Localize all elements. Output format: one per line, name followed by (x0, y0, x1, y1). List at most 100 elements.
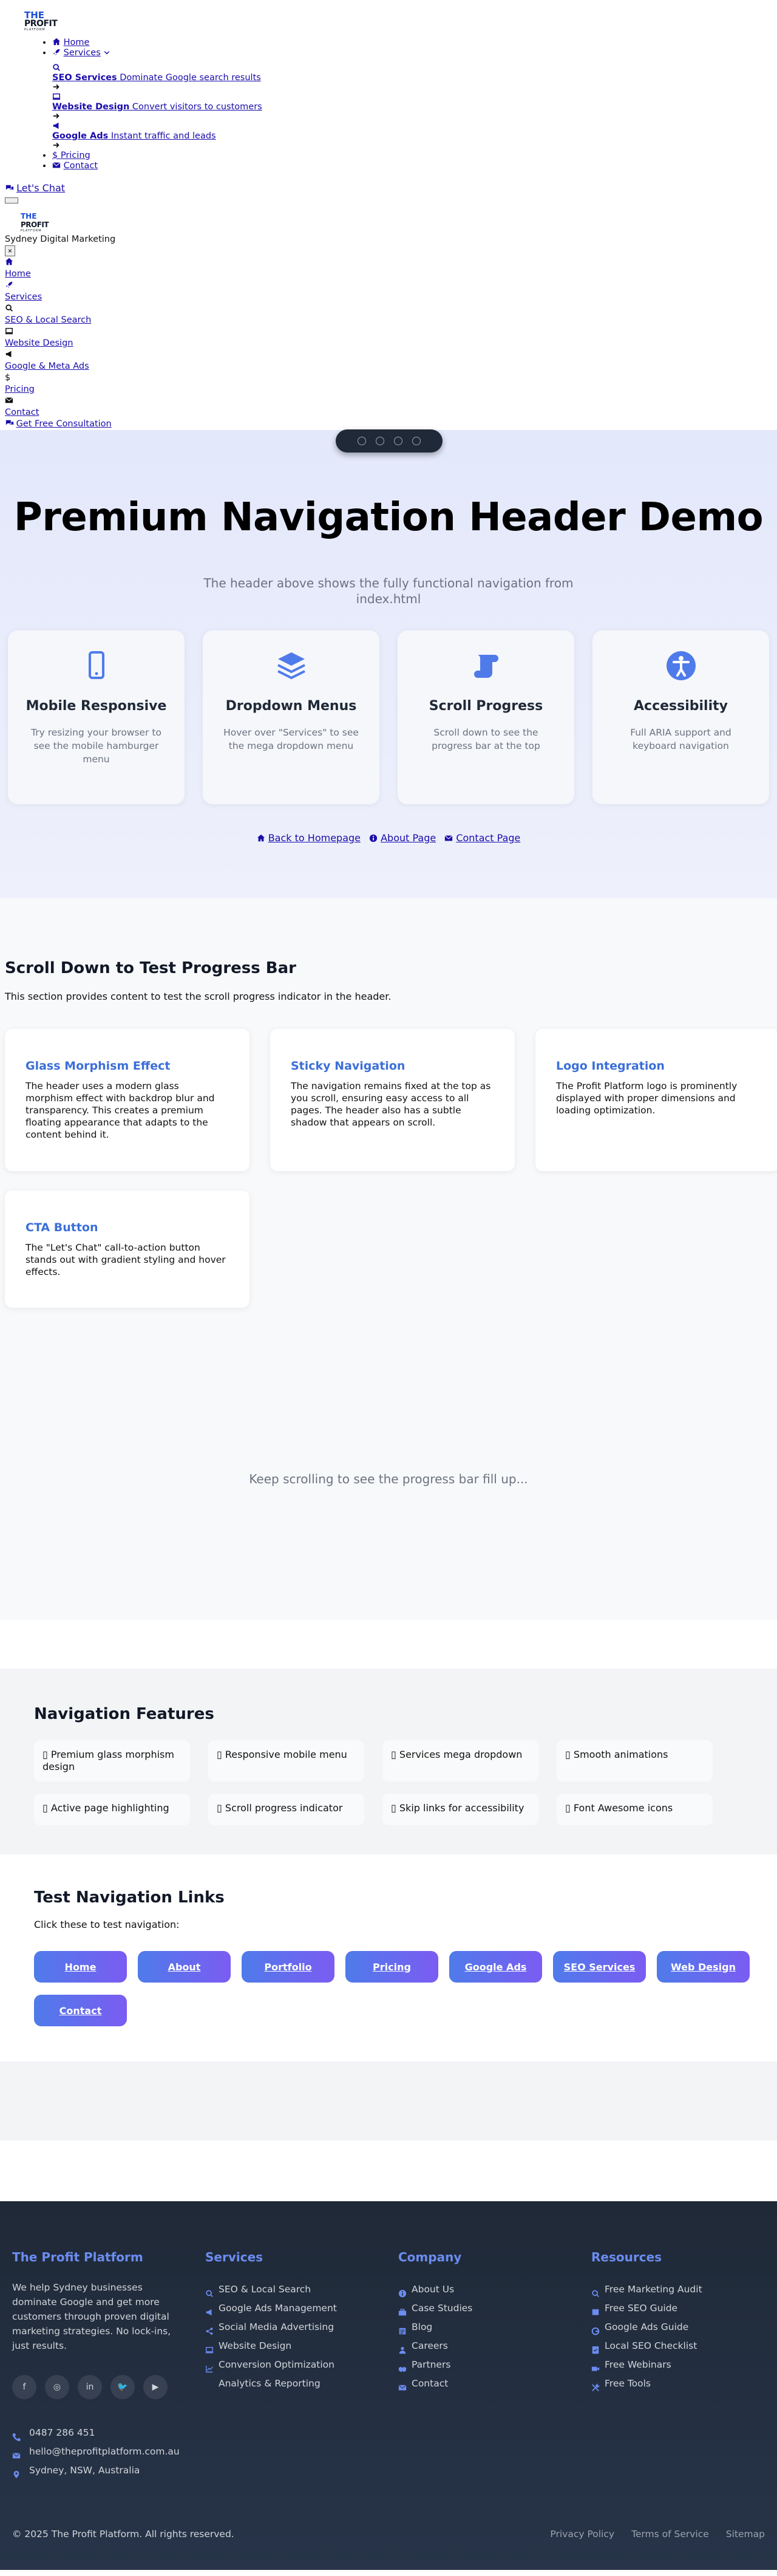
google-icon (591, 2323, 600, 2335)
toolbar-icon-2[interactable] (376, 437, 384, 445)
info-icon (369, 833, 378, 842)
footer-link[interactable]: Conversion Optimization (205, 2356, 398, 2374)
test-button-contact[interactable]: Contact (34, 1995, 127, 2026)
mega-item-ads[interactable]: Google Ads Instant traffic and leads (52, 121, 777, 151)
nav-link-home[interactable]: Home (64, 38, 90, 47)
laptop-icon (52, 92, 61, 101)
info-icon (398, 2286, 407, 2297)
keep-scrolling-text: Keep scrolling to see the progress bar f… (249, 1472, 528, 1486)
raw-desktop-nav: THE PROFIT PLATFORM Home Services SEO Se… (0, 0, 777, 203)
spacer (0, 1620, 777, 1669)
privacy-link[interactable]: Privacy Policy (550, 2529, 614, 2540)
footer-link[interactable]: About Us (398, 2280, 591, 2299)
feature-item: ▯ Scroll progress indicator (208, 1794, 364, 1825)
footer-link[interactable]: Free Webinars (591, 2356, 777, 2374)
chevron-down-icon[interactable] (103, 49, 112, 58)
footer-link[interactable]: Contact (398, 2374, 591, 2393)
sitemap-link[interactable]: Sitemap (726, 2529, 765, 2540)
laptop-icon (205, 2342, 214, 2353)
comments-icon (5, 419, 14, 428)
testlinks-lead: Click these to test navigation: (34, 1919, 180, 1930)
search-icon (591, 2286, 600, 2297)
info-card: CTA Button The "Let's Chat" call-to-acti… (5, 1191, 249, 1308)
tools-icon (591, 2380, 600, 2391)
test-button-portfolio[interactable]: Portfolio (242, 1951, 334, 1983)
footer-resources-list: Free Marketing Audit Free SEO Guide Goog… (591, 2280, 777, 2393)
mobile-link-services[interactable]: Services (5, 280, 777, 303)
nav-link-pricing[interactable]: $ Pricing (52, 151, 90, 160)
footer-link[interactable]: Local SEO Checklist (591, 2337, 777, 2356)
test-button-about[interactable]: About (138, 1951, 231, 1983)
mega-item-web[interactable]: Website Design Convert visitors to custo… (52, 92, 777, 121)
footer-link[interactable]: Free SEO Guide (591, 2299, 777, 2318)
mobile-link-home[interactable]: Home (5, 257, 777, 280)
features-title: Navigation Features (34, 1705, 214, 1723)
mobile-link-pricing[interactable]: $ Pricing (5, 372, 777, 395)
footer-link[interactable]: SEO & Local Search (205, 2280, 398, 2299)
comments-icon (5, 183, 14, 192)
footer-link[interactable]: Careers (398, 2337, 591, 2356)
search-icon (205, 2286, 214, 2297)
footer-link[interactable]: Free Tools (591, 2374, 777, 2393)
services-mega-dropdown: SEO Services Dominate Google search resu… (24, 63, 777, 151)
footer-link[interactable]: Free Marketing Audit (591, 2280, 777, 2299)
missing-glyph-icon: ▯ (217, 1749, 222, 1760)
hamburger-button[interactable] (5, 197, 18, 203)
hero-subtitle: The header above shows the fully functio… (203, 576, 574, 606)
footer-link[interactable]: Google Ads Management (205, 2299, 398, 2318)
mobile-link-web[interactable]: Website Design (5, 326, 777, 349)
footer-link[interactable]: Case Studies (398, 2299, 591, 2318)
toolbar-icon-1[interactable] (358, 437, 366, 445)
feature-item: ▯ Services mega dropdown (382, 1740, 538, 1782)
footer-link[interactable]: Social Media Advertising (205, 2318, 398, 2337)
mobile-cta[interactable]: Get Free Consultation (5, 419, 777, 430)
terms-link[interactable]: Terms of Service (631, 2529, 709, 2540)
mobile-link-ads[interactable]: Google & Meta Ads (5, 349, 777, 372)
footer-email[interactable]: hello@theprofitplatform.com.au (12, 2442, 205, 2461)
test-button-google-ads[interactable]: Google Ads (449, 1951, 542, 1983)
back-home-link[interactable]: Back to Homepage (257, 832, 361, 844)
logo[interactable]: THE PROFIT PLATFORM (24, 11, 79, 33)
linkedin-icon[interactable]: in (78, 2375, 102, 2399)
nav-link-contact[interactable]: Contact (64, 161, 98, 171)
copyright: © 2025 The Profit Platform. All rights r… (12, 2529, 234, 2540)
twitter-icon[interactable]: 🐦 (110, 2375, 135, 2399)
youtube-icon[interactable]: ▶ (143, 2375, 168, 2399)
footer-link[interactable]: Blog (398, 2318, 591, 2337)
rocket-icon (5, 281, 13, 289)
nav-item-home: Home (52, 38, 777, 48)
mobile-link-seo[interactable]: SEO & Local Search (5, 303, 777, 326)
footer-link[interactable]: Partners (398, 2356, 591, 2374)
spacer (0, 2062, 777, 2140)
home-icon (52, 38, 61, 46)
test-button-home[interactable]: Home (34, 1951, 127, 1983)
footer-columns: The Profit Platform We help Sydney busin… (12, 2250, 765, 2480)
nav-link-services[interactable]: Services (64, 48, 101, 58)
chart-line-icon (205, 2361, 214, 2373)
spacer (0, 2140, 777, 2201)
test-button-seo[interactable]: SEO Services (553, 1951, 646, 1983)
lets-chat-link[interactable]: Let's Chat (16, 182, 65, 194)
footer-link[interactable]: Website Design (205, 2337, 398, 2356)
footer-phone[interactable]: 0487 286 451 (12, 2424, 205, 2442)
mobile-logo[interactable]: THE PROFIT PLATFORM (21, 212, 64, 234)
facebook-icon[interactable]: f (12, 2375, 36, 2399)
test-button-pricing[interactable]: Pricing (345, 1951, 438, 1983)
toolbar-icon-4[interactable] (412, 437, 421, 445)
missing-glyph-icon: ▯ (565, 1749, 571, 1760)
map-pin-icon (12, 2467, 21, 2478)
testlinks-title: Test Navigation Links (34, 1888, 225, 1907)
phone-icon (12, 2429, 21, 2441)
mobile-close-button[interactable]: × (5, 245, 16, 256)
mobile-link-contact[interactable]: Contact (5, 395, 777, 419)
share-icon (205, 2323, 214, 2335)
footer-bottom: © 2025 The Profit Platform. All rights r… (12, 2529, 765, 2540)
mega-item-seo[interactable]: SEO Services Dominate Google search resu… (52, 63, 777, 92)
instagram-icon[interactable]: ◎ (45, 2375, 69, 2399)
about-page-link[interactable]: About Page (369, 832, 436, 844)
footer-link[interactable]: Analytics & Reporting (205, 2374, 398, 2393)
footer-link[interactable]: Google Ads Guide (591, 2318, 777, 2337)
test-button-web-design[interactable]: Web Design (657, 1951, 750, 1983)
toolbar-icon-3[interactable] (394, 437, 402, 445)
contact-page-link[interactable]: Contact Page (444, 832, 520, 844)
